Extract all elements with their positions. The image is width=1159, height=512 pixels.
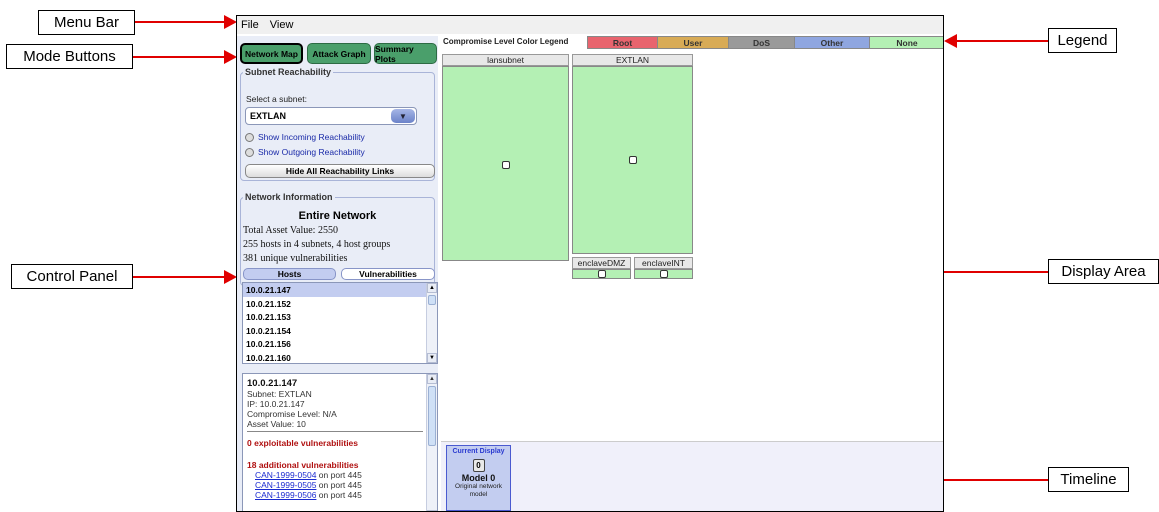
subnet-extlan[interactable] xyxy=(572,66,693,254)
timeline-model-card[interactable]: Current Display 0 Model 0 Original netwo… xyxy=(446,445,511,511)
scroll-thumb[interactable] xyxy=(428,295,436,305)
network-map-button[interactable]: Network Map xyxy=(240,43,303,64)
model-name: Model 0 xyxy=(461,473,496,483)
menu-bar: File View xyxy=(237,16,943,34)
app-window: File View Network Map Attack Graph Summa… xyxy=(236,15,944,512)
list-item[interactable]: 10.0.21.152 xyxy=(243,297,437,311)
subnet-title-lansubnet: lansubnet xyxy=(442,54,569,66)
callout-timeline: Timeline xyxy=(1048,467,1129,492)
legend-none: None xyxy=(869,36,943,49)
arrow-head-legend xyxy=(944,34,957,48)
hide-reachability-links-button[interactable]: Hide All Reachability Links xyxy=(245,164,435,178)
list-item[interactable]: 10.0.21.154 xyxy=(243,324,437,338)
current-display-label: Current Display xyxy=(452,448,505,455)
callout-menu-bar: Menu Bar xyxy=(38,10,135,35)
list-item[interactable]: 10.0.21.156 xyxy=(243,337,437,351)
vulns-summary: 381 unique vulnerabilities xyxy=(243,253,348,264)
subnet-lansubnet[interactable] xyxy=(442,66,569,261)
list-item[interactable]: 10.0.21.147 xyxy=(243,283,437,297)
vuln-row: CAN-1999-0504 on port 445 xyxy=(255,470,362,480)
scroll-thumb[interactable] xyxy=(428,386,436,446)
scroll-down-icon[interactable]: ▼ xyxy=(427,353,437,363)
network-heading: Entire Network xyxy=(298,210,377,222)
incoming-reachability-radio[interactable]: Show Incoming Reachability xyxy=(245,132,365,142)
host-group-node[interactable] xyxy=(598,270,606,278)
subnet-enclavedmz[interactable] xyxy=(572,269,631,279)
legend-root: Root xyxy=(587,36,658,49)
vuln-row: CAN-1999-0506 on port 445 xyxy=(255,490,362,500)
select-subnet-label: Select a subnet: xyxy=(246,94,307,104)
subnet-reachability-title: Subnet Reachability xyxy=(245,67,332,77)
host-group-node[interactable] xyxy=(660,270,668,278)
chevron-down-icon[interactable]: ▼ xyxy=(391,109,415,123)
legend-title: Compromise Level Color Legend xyxy=(443,37,569,46)
subnet-select-value: EXTLAN xyxy=(250,111,286,121)
callout-mode-buttons: Mode Buttons xyxy=(6,44,133,69)
scroll-up-icon[interactable]: ▲ xyxy=(427,283,437,293)
model-description: Original network model xyxy=(455,483,502,498)
total-asset-value: Total Asset Value: 2550 xyxy=(243,225,338,236)
legend-dos: DoS xyxy=(728,36,795,49)
list-item[interactable]: 10.0.21.160 xyxy=(243,351,437,364)
detail-compromise: Compromise Level: N/A xyxy=(247,409,337,419)
host-detail-panel: 10.0.21.147 Subnet: EXTLAN IP: 10.0.21.1… xyxy=(242,373,438,511)
tab-hosts[interactable]: Hosts xyxy=(243,268,336,280)
vuln-link[interactable]: CAN-1999-0504 xyxy=(255,470,316,480)
model-number-badge: 0 xyxy=(472,459,485,472)
vuln-row: CAN-1999-0505 on port 445 xyxy=(255,480,362,490)
menu-view[interactable]: View xyxy=(270,19,294,31)
arrow-menu-bar xyxy=(135,21,225,23)
menu-file[interactable]: File xyxy=(241,19,259,31)
legend-user: User xyxy=(657,36,729,49)
control-panel: Network Map Attack Graph Summary Plots S… xyxy=(237,36,438,511)
vuln-link[interactable]: CAN-1999-0505 xyxy=(255,480,316,490)
radio-circle-icon xyxy=(245,132,254,142)
host-list-scrollbar[interactable]: ▲ ▼ xyxy=(426,283,437,363)
detail-additional: 18 additional vulnerabilities xyxy=(247,460,359,470)
tab-vulnerabilities[interactable]: Vulnerabilities xyxy=(341,268,435,280)
detail-exploitable: 0 exploitable vulnerabilities xyxy=(247,438,359,448)
hosts-summary: 255 hosts in 4 subnets, 4 host groups xyxy=(243,239,391,250)
arrow-mode-buttons xyxy=(133,56,225,58)
subnet-title-enclaveint: enclaveINT xyxy=(634,257,693,269)
detail-asset: Asset Value: 10 xyxy=(247,419,306,429)
subnet-select[interactable]: EXTLAN ▼ xyxy=(245,107,417,125)
radio-circle-icon xyxy=(245,147,254,157)
summary-plots-button[interactable]: Summary Plots xyxy=(374,43,437,64)
scroll-up-icon[interactable]: ▲ xyxy=(427,374,437,384)
attack-graph-button[interactable]: Attack Graph xyxy=(307,43,371,64)
network-information-group: Network Information Entire Network Total… xyxy=(240,192,435,286)
host-group-node[interactable] xyxy=(502,161,510,169)
outgoing-reachability-radio[interactable]: Show Outgoing Reachability xyxy=(245,147,365,157)
host-list[interactable]: 10.0.21.147 10.0.21.152 10.0.21.153 10.0… xyxy=(242,282,438,364)
callout-legend: Legend xyxy=(1048,28,1117,53)
host-detail-scrollbar[interactable]: ▲ ▼ xyxy=(426,374,437,511)
vuln-link[interactable]: CAN-1999-0506 xyxy=(255,490,316,500)
detail-subnet: Subnet: EXTLAN xyxy=(247,389,312,399)
display-area: lansubnet EXTLAN enclaveDMZ enclaveINT xyxy=(441,52,943,441)
subnet-enclaveint[interactable] xyxy=(634,269,693,279)
callout-display-area: Display Area xyxy=(1048,259,1159,284)
arrow-control-panel xyxy=(133,276,225,278)
callout-control-panel: Control Panel xyxy=(11,264,133,289)
timeline: Current Display 0 Model 0 Original netwo… xyxy=(441,441,943,511)
list-item[interactable]: 10.0.21.153 xyxy=(243,310,437,324)
arrow-legend xyxy=(955,40,1048,42)
subnet-reachability-group: Subnet Reachability Select a subnet: EXT… xyxy=(240,67,435,181)
host-group-node[interactable] xyxy=(629,156,637,164)
subnet-title-enclavedmz: enclaveDMZ xyxy=(572,257,631,269)
detail-host: 10.0.21.147 xyxy=(247,378,298,389)
detail-divider xyxy=(247,431,423,432)
legend-other: Other xyxy=(794,36,870,49)
network-information-title: Network Information xyxy=(245,192,333,202)
subnet-title-extlan: EXTLAN xyxy=(572,54,693,66)
detail-ip: IP: 10.0.21.147 xyxy=(247,399,305,409)
